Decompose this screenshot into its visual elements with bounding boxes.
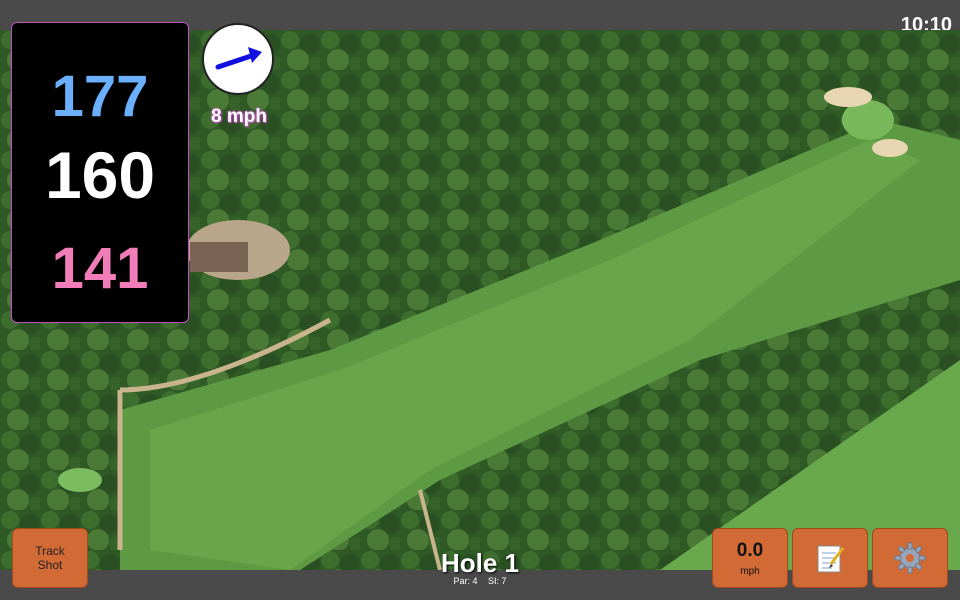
speed-unit: mph [740, 565, 760, 577]
speed-button[interactable]: 0.0 mph [712, 528, 788, 588]
gear-icon [894, 542, 926, 574]
yardage-panel: 177 160 141 [11, 22, 189, 323]
speed-value: 0.0 [736, 539, 764, 561]
settings-button[interactable] [872, 528, 948, 588]
arrow-icon [215, 47, 262, 70]
track-shot-label-line2: Shot [37, 558, 63, 572]
front-yardage: 141 [51, 236, 149, 301]
wind-indicator [202, 23, 274, 95]
hole-meta: Par: 4 SI: 7 [380, 576, 580, 586]
back-yardage: 177 [51, 64, 149, 129]
hole-par: Par: 4 [453, 576, 478, 586]
track-shot-button[interactable]: Track Shot [12, 528, 88, 588]
track-shot-label-line1: Track [35, 544, 65, 558]
wind-speed-label: 8 mph [211, 106, 267, 127]
hole-stroke-index: SI: 7 [488, 576, 507, 586]
notepad-icon [817, 545, 845, 573]
notes-button[interactable] [792, 528, 868, 588]
hole-title: Hole 1 [440, 548, 520, 578]
center-yardage: 160 [44, 138, 156, 212]
